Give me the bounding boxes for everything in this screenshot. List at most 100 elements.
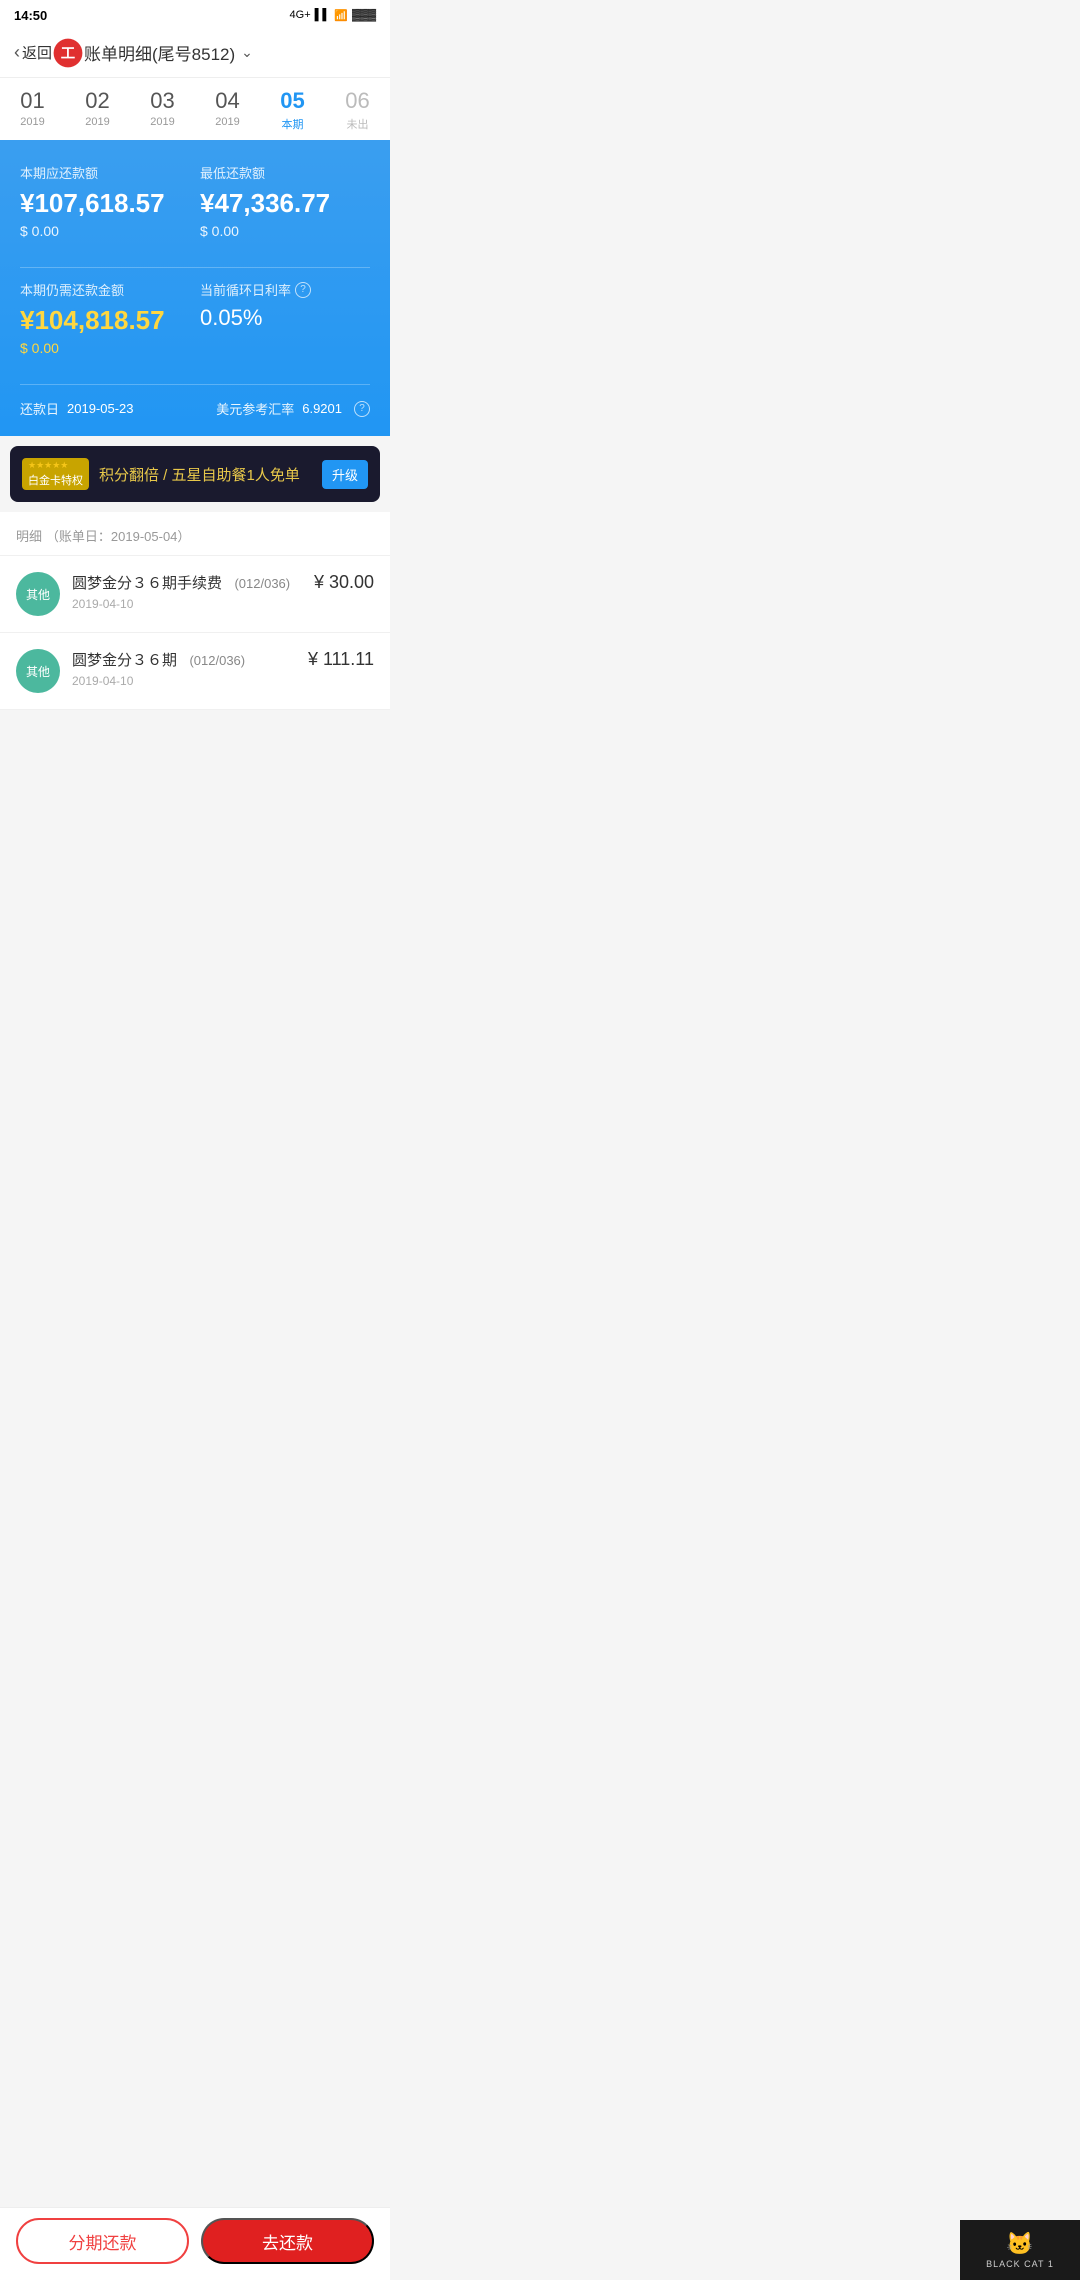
summary-divider-2 <box>20 384 370 385</box>
tab-month-06[interactable]: 06 未出 <box>325 78 390 140</box>
detail-section: 明细 （账单日：2019-05-04） 其他 圆梦金分３６期手续费 (012/0… <box>0 512 390 710</box>
total-due-usd: $ 0.00 <box>20 223 190 239</box>
tx-amount-1: ¥ 30.00 <box>314 572 374 593</box>
status-bar: 14:50 4G+ ▌▌ 📶 ▓▓▓ <box>0 0 390 28</box>
signal-4g-icon: 4G+ <box>290 9 311 21</box>
status-time: 14:50 <box>14 8 47 23</box>
installment-button[interactable]: 分期还款 <box>16 2218 189 2264</box>
pay-button-label: 去还款 <box>262 2229 313 2254</box>
tx-date-1: 2019-04-10 <box>72 597 374 611</box>
bottom-bar: 分期还款 去还款 <box>0 2207 390 2280</box>
black-cat-watermark: 🐱 BLACK CAT 1 <box>960 2220 1080 2280</box>
tab-month-02-year: 2019 <box>65 116 130 128</box>
tab-month-04[interactable]: 04 2019 <box>195 78 260 140</box>
tx-title-row-1: 圆梦金分３６期手续费 (012/036) ¥ 30.00 <box>72 572 374 593</box>
banner-ad[interactable]: ★★★★★ 白金卡特权 积分翻倍 / 五星自助餐1人免单 升级 <box>10 446 380 502</box>
transaction-item-1[interactable]: 其他 圆梦金分３６期手续费 (012/036) ¥ 30.00 2019-04-… <box>0 556 390 633</box>
banner-badge: ★★★★★ 白金卡特权 <box>22 458 89 490</box>
tab-month-03-num: 03 <box>130 88 195 114</box>
summary-footer: 还款日 2019-05-23 美元参考汇率 6.9201 ? <box>20 399 370 418</box>
banner-stars: ★★★★★ <box>28 460 83 471</box>
tab-month-06-num: 06 <box>325 88 390 114</box>
tx-name-tag-2: 圆梦金分３６期 (012/036) <box>72 649 245 670</box>
banner-text: 积分翻倍 / 五星自助餐1人免单 <box>99 464 312 485</box>
signal-bars-icon: ▌▌ <box>315 9 331 21</box>
black-cat-text: BLACK CAT 1 <box>986 2259 1054 2269</box>
tab-month-04-num: 04 <box>195 88 260 114</box>
repay-date-item: 还款日 2019-05-23 <box>20 399 134 418</box>
detail-section-label: 明细 <box>16 529 42 544</box>
pay-button[interactable]: 去还款 <box>201 2218 374 2264</box>
remaining-cny: ¥104,818.57 <box>20 305 190 336</box>
header: ‹ 返回 工 账单明细(尾号8512) ⌄ <box>0 28 390 78</box>
min-due-usd: $ 0.00 <box>200 223 370 239</box>
exchange-rate-item: 美元参考汇率 6.9201 ? <box>216 399 370 418</box>
summary-top-row: 本期应还款额 ¥107,618.57 $ 0.00 最低还款额 ¥47,336.… <box>20 163 370 255</box>
tab-month-01-year: 2019 <box>0 116 65 128</box>
tx-avatar-1: 其他 <box>16 572 60 616</box>
repay-date-value: 2019-05-23 <box>67 401 134 416</box>
transaction-item-2[interactable]: 其他 圆梦金分３６期 (012/036) ¥ 111.11 2019-04-10 <box>0 633 390 710</box>
total-due-cny: ¥107,618.57 <box>20 188 190 219</box>
exchange-rate-info-icon[interactable]: ? <box>354 401 370 417</box>
tab-month-04-year: 2019 <box>195 116 260 128</box>
tab-month-05-num: 05 <box>260 88 325 114</box>
rate-label: 当前循环日利率 ? <box>200 280 370 299</box>
tab-month-01-num: 01 <box>0 88 65 114</box>
min-due-cny: ¥47,336.77 <box>200 188 370 219</box>
back-button[interactable]: ‹ 返回 <box>14 42 52 63</box>
min-due-label: 最低还款额 <box>200 163 370 182</box>
tab-month-02-num: 02 <box>65 88 130 114</box>
tx-content-1: 圆梦金分３６期手续费 (012/036) ¥ 30.00 2019-04-10 <box>72 572 374 611</box>
banner-upgrade-button[interactable]: 升级 <box>322 460 368 489</box>
tab-month-05-year: 本期 <box>260 116 325 132</box>
detail-date-note: （账单日：2019-05-04） <box>46 529 191 544</box>
tx-name-2: 圆梦金分３６期 <box>72 652 177 669</box>
tx-name-1: 圆梦金分３６期手续费 <box>72 575 222 592</box>
banner-badge-area: ★★★★★ 白金卡特权 <box>22 458 89 490</box>
tab-month-03-year: 2019 <box>130 116 195 128</box>
remaining-label: 本期仍需还款金额 <box>20 280 190 299</box>
black-cat-icon: 🐱 <box>1006 2231 1033 2257</box>
rate-value: 0.05% <box>200 305 370 331</box>
tab-month-06-year: 未出 <box>325 116 390 132</box>
banner-badge-label: 白金卡特权 <box>28 475 83 487</box>
tx-tag-1: (012/036) <box>234 576 290 591</box>
min-due-col: 最低还款额 ¥47,336.77 $ 0.00 <box>190 163 370 255</box>
month-tabs: 01 2019 02 2019 03 2019 04 2019 05 本期 06… <box>0 78 390 143</box>
summary-card: 本期应还款额 ¥107,618.57 $ 0.00 最低还款额 ¥47,336.… <box>0 143 390 436</box>
repay-date-label: 还款日 <box>20 399 59 418</box>
back-label: 返回 <box>22 42 52 63</box>
remaining-usd: $ 0.00 <box>20 340 190 356</box>
exchange-rate-value: 6.9201 <box>302 401 342 416</box>
tx-tag-2: (012/036) <box>189 653 245 668</box>
detail-header: 明细 （账单日：2019-05-04） <box>0 512 390 556</box>
tx-name-tag-1: 圆梦金分３６期手续费 (012/036) <box>72 572 290 593</box>
header-title-area: 账单明细(尾号8512) ⌄ <box>84 40 376 65</box>
tx-content-2: 圆梦金分３６期 (012/036) ¥ 111.11 2019-04-10 <box>72 649 374 688</box>
tab-month-03[interactable]: 03 2019 <box>130 78 195 140</box>
rate-info-icon[interactable]: ? <box>295 282 311 298</box>
tx-date-2: 2019-04-10 <box>72 674 374 688</box>
remaining-col: 本期仍需还款金额 ¥104,818.57 $ 0.00 <box>20 280 190 372</box>
chevron-left-icon: ‹ <box>14 42 20 63</box>
icbc-logo: 工 <box>52 37 84 69</box>
status-icons: 4G+ ▌▌ 📶 ▓▓▓ <box>290 9 376 22</box>
tx-avatar-2: 其他 <box>16 649 60 693</box>
summary-mid-row: 本期仍需还款金额 ¥104,818.57 $ 0.00 当前循环日利率 ? 0.… <box>20 280 370 372</box>
tx-title-row-2: 圆梦金分３６期 (012/036) ¥ 111.11 <box>72 649 374 670</box>
svg-text:工: 工 <box>61 45 75 61</box>
page-title: 账单明细(尾号8512) <box>84 40 235 65</box>
total-due-col: 本期应还款额 ¥107,618.57 $ 0.00 <box>20 163 190 255</box>
battery-icon: ▓▓▓ <box>352 9 376 21</box>
exchange-rate-label: 美元参考汇率 <box>216 399 294 418</box>
wifi-icon: 📶 <box>334 9 348 22</box>
tab-month-02[interactable]: 02 2019 <box>65 78 130 140</box>
total-due-label: 本期应还款额 <box>20 163 190 182</box>
chevron-down-icon[interactable]: ⌄ <box>241 44 253 61</box>
rate-col: 当前循环日利率 ? 0.05% <box>190 280 370 372</box>
tx-amount-2: ¥ 111.11 <box>308 649 374 670</box>
summary-divider-1 <box>20 267 370 268</box>
tab-month-01[interactable]: 01 2019 <box>0 78 65 140</box>
tab-month-05[interactable]: 05 本期 <box>260 78 325 140</box>
